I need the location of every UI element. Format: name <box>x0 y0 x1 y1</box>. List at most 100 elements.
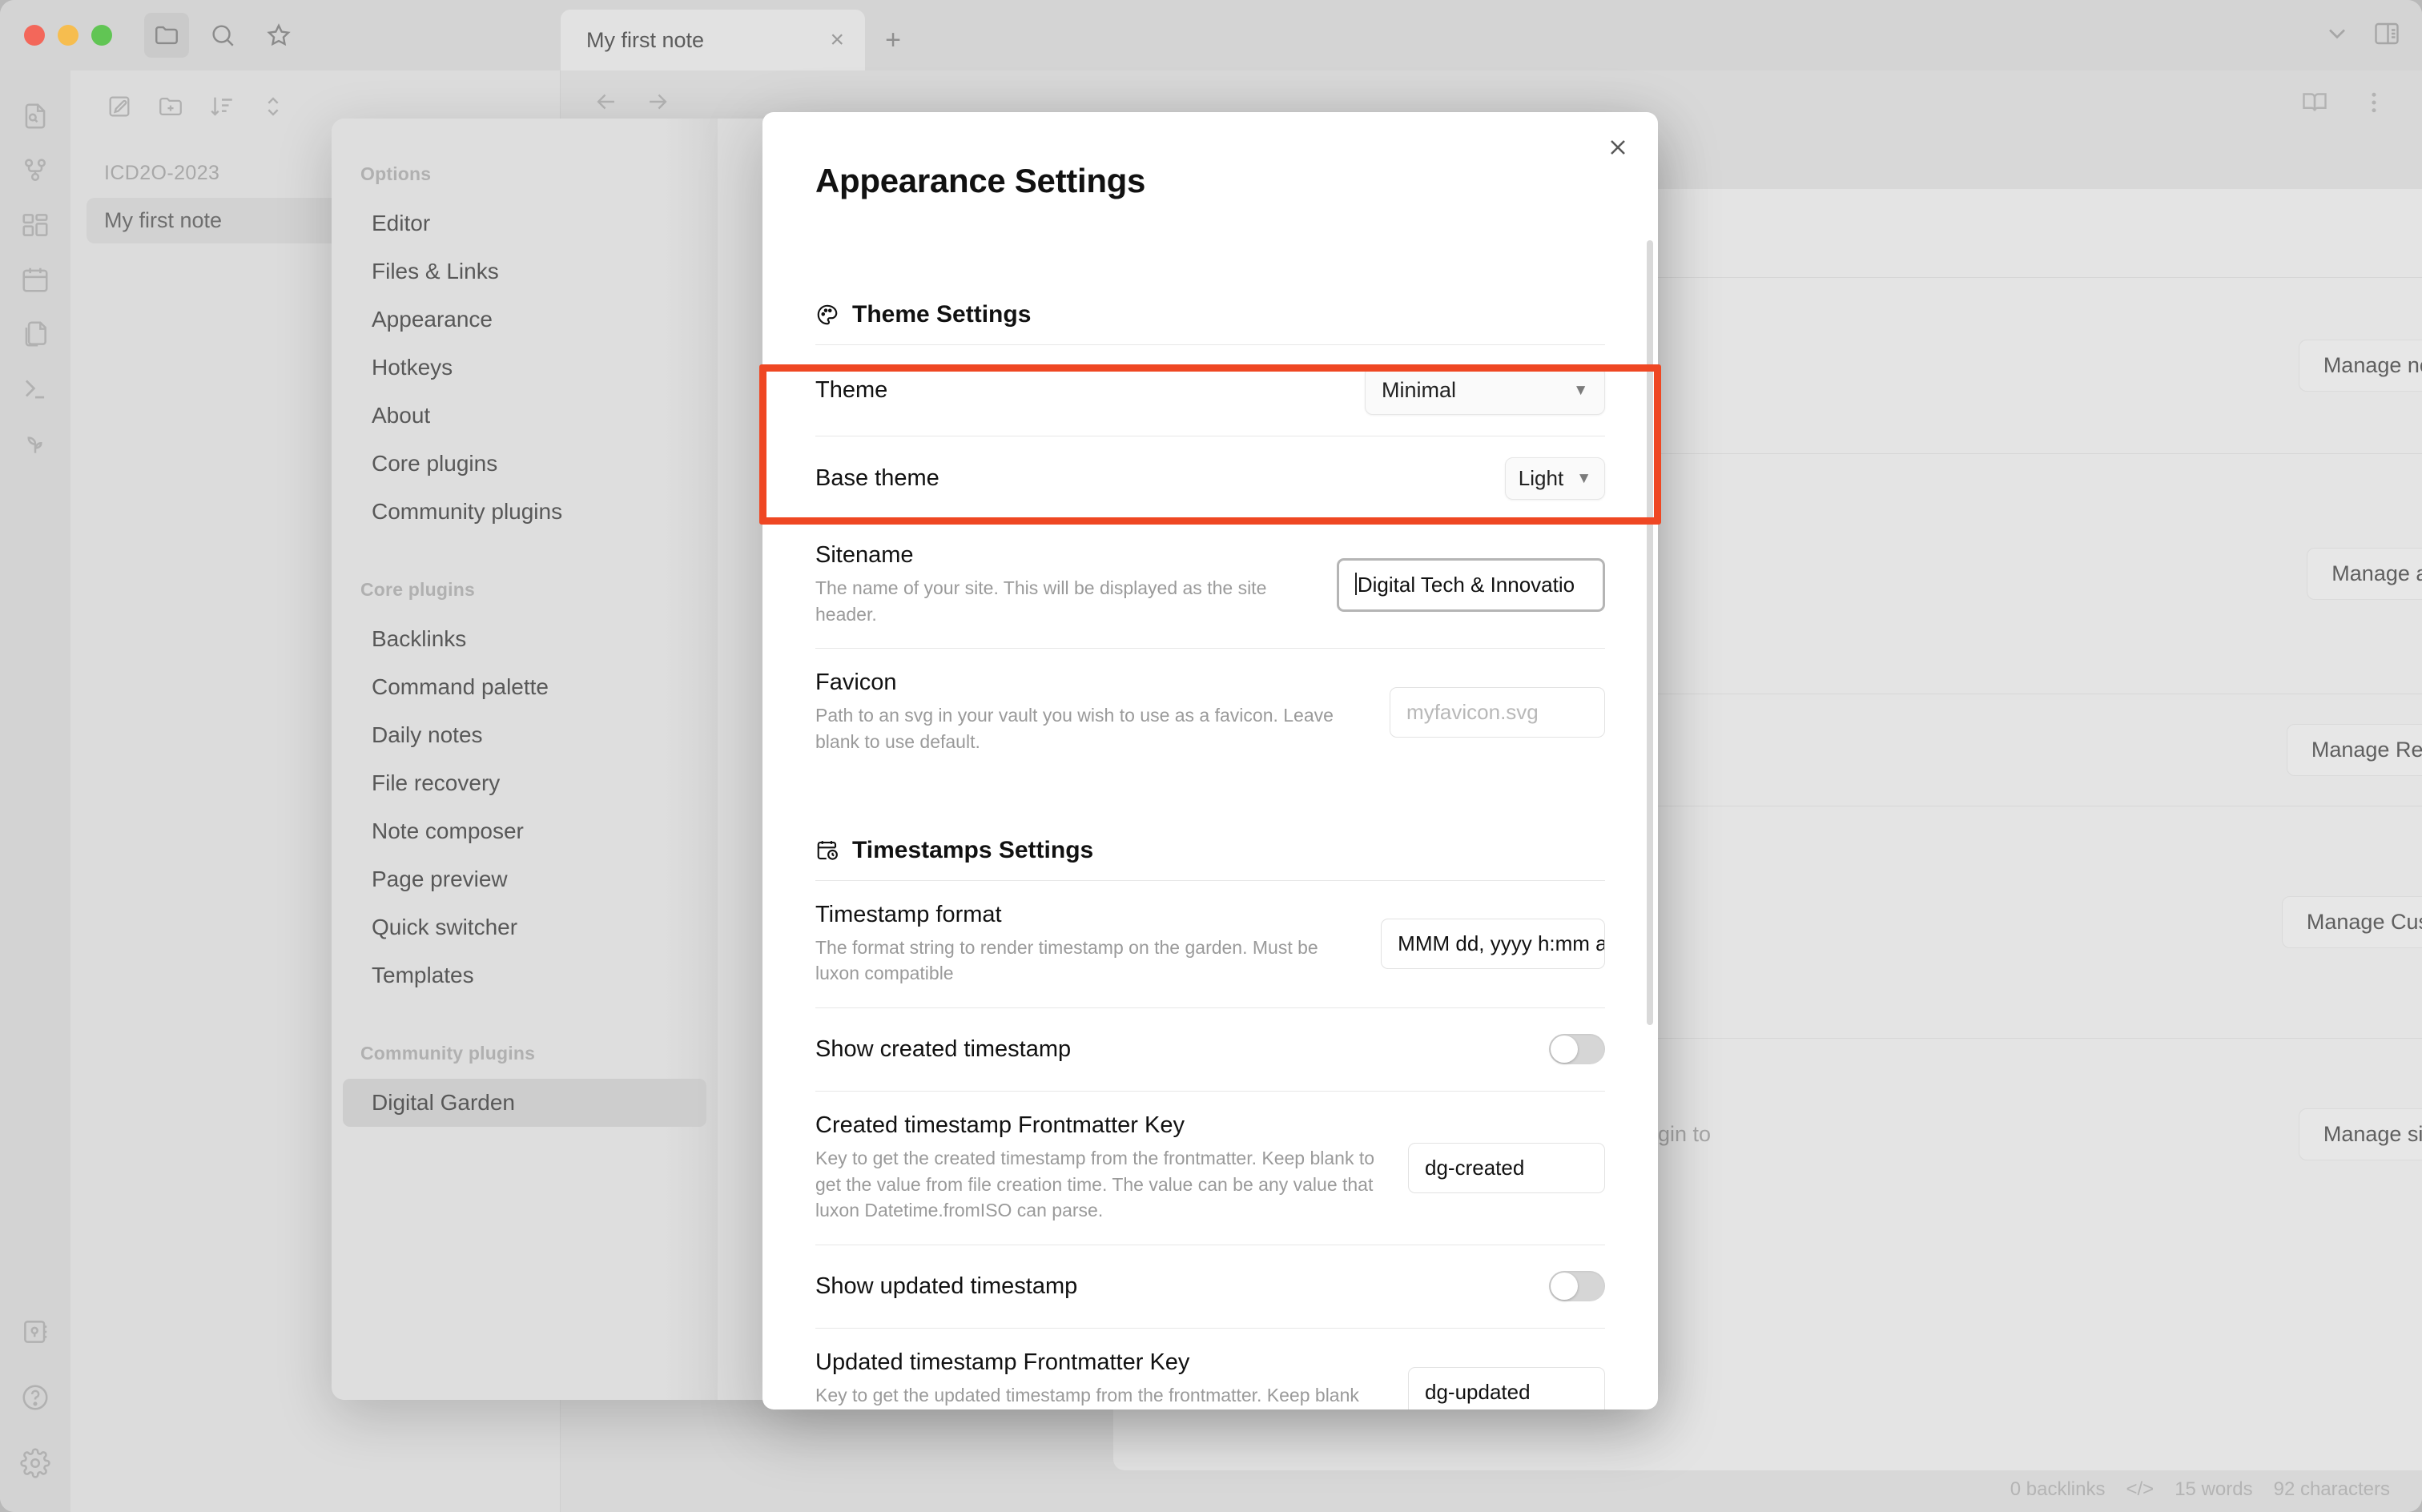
search-icon[interactable] <box>200 13 245 58</box>
toggle-knob <box>1551 1035 1578 1064</box>
base-theme-select-value: Light <box>1518 466 1564 490</box>
close-window-button[interactable] <box>24 25 45 46</box>
copy-file-icon[interactable] <box>14 312 57 356</box>
setting-name: Created timestamp Frontmatter Key <box>815 1112 1185 1138</box>
setting-label-group: Updated timestamp Frontmatter Key Key to… <box>815 1349 1376 1409</box>
terminal-icon[interactable] <box>14 367 57 410</box>
setting-row-sitename: Sitename The name of your site. This wil… <box>815 521 1605 648</box>
manage-appearance-button[interactable]: Manage appearance <box>2307 548 2422 600</box>
folder-icon[interactable] <box>144 13 189 58</box>
vault-icon[interactable] <box>14 1310 57 1353</box>
left-ribbon <box>0 70 70 1512</box>
canvas-icon[interactable] <box>14 203 57 247</box>
setting-label-group: Sitename The name of your site. This wil… <box>815 542 1305 627</box>
appearance-settings-dialog: Appearance Settings Theme Settings Theme… <box>762 112 1658 1409</box>
sidebar-item-hotkeys[interactable]: Hotkeys <box>343 344 706 392</box>
section-header-theme-settings: Theme Settings <box>815 301 1605 328</box>
sort-icon[interactable] <box>202 86 242 127</box>
updated-timestamp-key-input[interactable]: dg-updated <box>1408 1366 1605 1409</box>
sidebar-item-about[interactable]: About <box>343 392 706 440</box>
gear-icon[interactable] <box>14 1442 57 1485</box>
file-search-icon[interactable] <box>14 94 57 138</box>
theme-select[interactable]: Minimal ▼ <box>1365 366 1605 415</box>
sidebar-item-files-and-links[interactable]: Files & Links <box>343 247 706 296</box>
manage-custom-filters-button[interactable]: Manage Custom Filters <box>2281 896 2422 948</box>
code-icon[interactable]: </> <box>2126 1478 2154 1501</box>
base-theme-select[interactable]: Light ▼ <box>1504 457 1605 500</box>
sitename-input[interactable]: Digital Tech & Innovatio <box>1336 557 1605 612</box>
new-folder-icon[interactable] <box>151 86 191 127</box>
tab-strip: My first note × + <box>561 0 2422 70</box>
calendar-clock-icon <box>815 838 839 863</box>
bg-panel-row: gin to Manage site template <box>1626 1038 2422 1230</box>
titlebar-right-controls <box>2323 0 2401 70</box>
show-updated-timestamp-toggle[interactable] <box>1549 1271 1605 1302</box>
setting-description: The format string to render timestamp on… <box>815 936 1318 984</box>
setting-name: Timestamp format <box>815 901 1002 927</box>
setting-name: Base theme <box>815 465 939 491</box>
setting-name: Theme <box>815 377 888 403</box>
theme-select-value: Minimal <box>1382 378 1457 402</box>
timestamp-format-input[interactable]: MMM dd, yyyy h:mm a <box>1381 919 1605 970</box>
setting-row-timestamp-format: Timestamp format The format string to re… <box>815 879 1605 1007</box>
forward-arrow-icon[interactable] <box>644 88 671 119</box>
close-icon[interactable] <box>1597 127 1639 168</box>
manage-rewrite-rules-button[interactable]: Manage Rewrite Rules <box>2286 724 2422 776</box>
sidebar-group-header: Community plugins <box>360 1043 536 1064</box>
sidebar-item-appearance[interactable]: Appearance <box>343 296 706 344</box>
sidebar-item-page-preview[interactable]: Page preview <box>343 855 706 903</box>
sidebar-item-editor[interactable]: Editor <box>343 199 706 247</box>
app-window: My first note × + ICD2O-2023 My first no… <box>0 0 2422 1512</box>
character-count[interactable]: 92 characters <box>2274 1478 2390 1501</box>
zoom-window-button[interactable] <box>91 25 112 46</box>
page-title: Appearance Settings <box>815 162 1146 199</box>
chevron-down-icon: ▼ <box>1576 470 1591 487</box>
setting-row-theme: Theme Minimal ▼ <box>815 344 1605 436</box>
tab-my-first-note[interactable]: My first note × <box>561 10 865 70</box>
calendar-icon[interactable] <box>14 258 57 301</box>
more-options-icon[interactable] <box>2360 88 2388 121</box>
favicon-input[interactable]: myfavicon.svg <box>1390 686 1605 738</box>
sidebar-divider <box>332 999 718 1043</box>
minimize-window-button[interactable] <box>58 25 78 46</box>
sidebar-item-note-composer[interactable]: Note composer <box>343 807 706 855</box>
dialog-scrollbar[interactable] <box>1647 240 1653 1025</box>
setting-description: Key to get the created timestamp from th… <box>815 1147 1375 1221</box>
sidebar-item-templates[interactable]: Templates <box>343 951 706 999</box>
new-tab-button[interactable]: + <box>865 10 921 70</box>
star-icon[interactable] <box>256 13 301 58</box>
bg-panel-row: Manage appearance <box>1626 453 2422 694</box>
sidebar-item-daily-notes[interactable]: Daily notes <box>343 711 706 759</box>
help-icon[interactable] <box>14 1376 57 1419</box>
back-arrow-icon[interactable] <box>593 88 620 119</box>
split-layout-icon[interactable] <box>2372 19 2401 52</box>
manage-site-template-button[interactable]: Manage site template <box>2298 1108 2422 1160</box>
backlinks-count[interactable]: 0 backlinks <box>2010 1478 2106 1501</box>
setting-row-favicon: Favicon Path to an svg in your vault you… <box>815 648 1605 775</box>
setting-row-show-created-timestamp: Show created timestamp <box>815 1007 1605 1091</box>
sidebar-group-header: Core plugins <box>360 579 475 600</box>
section-title: Theme Settings <box>852 301 1032 328</box>
sidebar-item-community-plugins[interactable]: Community plugins <box>343 488 706 536</box>
graph-icon[interactable] <box>14 149 57 192</box>
manage-note-settings-button[interactable]: Manage note settings <box>2298 340 2422 392</box>
sidebar-item-quick-switcher[interactable]: Quick switcher <box>343 903 706 951</box>
collapse-icon[interactable] <box>253 86 293 127</box>
tab-label: My first note <box>586 27 705 52</box>
show-created-timestamp-toggle[interactable] <box>1549 1034 1605 1065</box>
word-count[interactable]: 15 words <box>2175 1478 2252 1501</box>
sidebar-item-backlinks[interactable]: Backlinks <box>343 615 706 663</box>
reading-view-icon[interactable] <box>2300 88 2329 121</box>
setting-description: The name of your site. This will be disp… <box>815 577 1267 625</box>
sidebar-item-core-plugins[interactable]: Core plugins <box>343 440 706 488</box>
seedling-icon[interactable] <box>14 421 57 464</box>
settings-sidebar: Options Editor Files & Links Appearance … <box>332 119 718 1400</box>
sidebar-item-digital-garden[interactable]: Digital Garden <box>343 1079 706 1127</box>
created-timestamp-key-input[interactable]: dg-created <box>1408 1142 1605 1193</box>
sidebar-item-file-recovery[interactable]: File recovery <box>343 759 706 807</box>
sidebar-item-command-palette[interactable]: Command palette <box>343 663 706 711</box>
new-note-icon[interactable] <box>99 86 139 127</box>
toggle-knob <box>1551 1273 1578 1301</box>
close-icon[interactable]: × <box>830 28 844 52</box>
chevron-down-icon[interactable] <box>2323 19 2352 52</box>
